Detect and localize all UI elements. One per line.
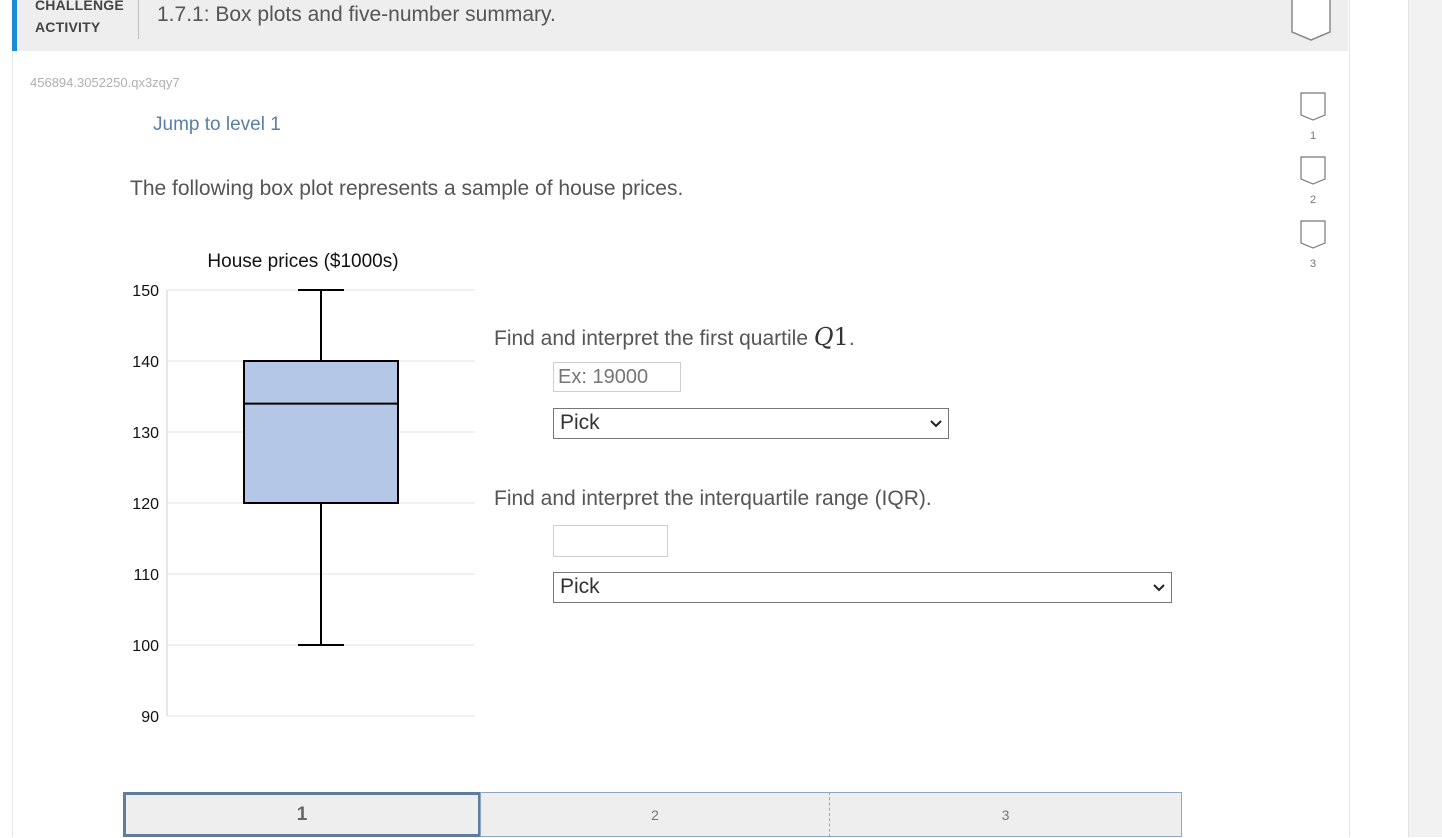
question-prompt: The following box plot represents a samp… bbox=[130, 177, 684, 200]
iqr-answer-input[interactable] bbox=[553, 525, 668, 557]
activity-title: 1.7.1: Box plots and five-number summary… bbox=[157, 3, 556, 26]
q1-math-var: Q bbox=[813, 323, 834, 351]
header-accent-bar bbox=[12, 0, 17, 51]
q1-math-num: 1 bbox=[833, 323, 849, 351]
progress-step-2[interactable]: 2 bbox=[480, 792, 829, 837]
scrollbar-track[interactable] bbox=[1408, 0, 1442, 837]
level-1-chevron-icon[interactable] bbox=[1300, 92, 1326, 122]
y-tick-label: 100 bbox=[132, 638, 159, 655]
progress-step-1[interactable]: 1 bbox=[123, 792, 481, 837]
activity-type-label: CHALLENGE ACTIVITY bbox=[35, 0, 124, 38]
q1-interpretation-select[interactable]: Pick bbox=[553, 408, 949, 439]
y-tick-label: 110 bbox=[133, 567, 159, 584]
header-divider bbox=[138, 0, 139, 39]
level-2-chevron-icon[interactable] bbox=[1300, 156, 1326, 186]
iqr-box bbox=[243, 360, 399, 504]
y-tick-label: 90 bbox=[141, 709, 159, 726]
y-tick-label: 150 bbox=[132, 283, 159, 300]
y-tick-label: 120 bbox=[132, 496, 159, 513]
completion-chevron-icon bbox=[1291, 0, 1331, 41]
level-3-chevron-icon[interactable] bbox=[1300, 220, 1326, 250]
level-3-label: 3 bbox=[1309, 258, 1317, 270]
activity-type-line1: CHALLENGE bbox=[35, 0, 124, 13]
question-q1-text: Find and interpret the first quartile bbox=[494, 327, 814, 350]
iqr-interpretation-select[interactable]: Pick bbox=[553, 572, 1172, 603]
question-iqr: Find and interpret the interquartile ran… bbox=[494, 487, 932, 510]
q1-answer-input[interactable] bbox=[553, 362, 681, 392]
chart-title: House prices ($1000s) bbox=[207, 251, 398, 272]
question-q1-tail: . bbox=[848, 327, 855, 350]
progress-steps: 1 2 3 bbox=[123, 792, 1182, 837]
box-plot-chart: House prices ($1000s) 150 140 130 120 110 100… bbox=[132, 251, 475, 726]
activity-header: CHALLENGE ACTIVITY 1.7.1: Box plots and … bbox=[12, 0, 1348, 51]
y-tick-label: 130 bbox=[132, 425, 159, 442]
level-2-label: 2 bbox=[1309, 194, 1317, 206]
activity-code: 456894.3052250.qx3zqy7 bbox=[30, 75, 180, 90]
jump-to-level-link[interactable]: Jump to level 1 bbox=[153, 114, 281, 136]
q1-math-symbol: Q1 bbox=[814, 323, 849, 351]
chevron-down-icon bbox=[1153, 584, 1165, 592]
chevron-down-icon bbox=[930, 420, 942, 428]
iqr-select-value: Pick bbox=[560, 575, 600, 598]
y-tick-label: 140 bbox=[132, 354, 159, 371]
activity-type-line2: ACTIVITY bbox=[35, 19, 101, 35]
level-1-label: 1 bbox=[1309, 130, 1317, 142]
progress-step-3[interactable]: 3 bbox=[829, 792, 1182, 837]
question-q1: Find and interpret the first quartile Q1… bbox=[494, 323, 855, 351]
q1-select-value: Pick bbox=[560, 411, 600, 434]
